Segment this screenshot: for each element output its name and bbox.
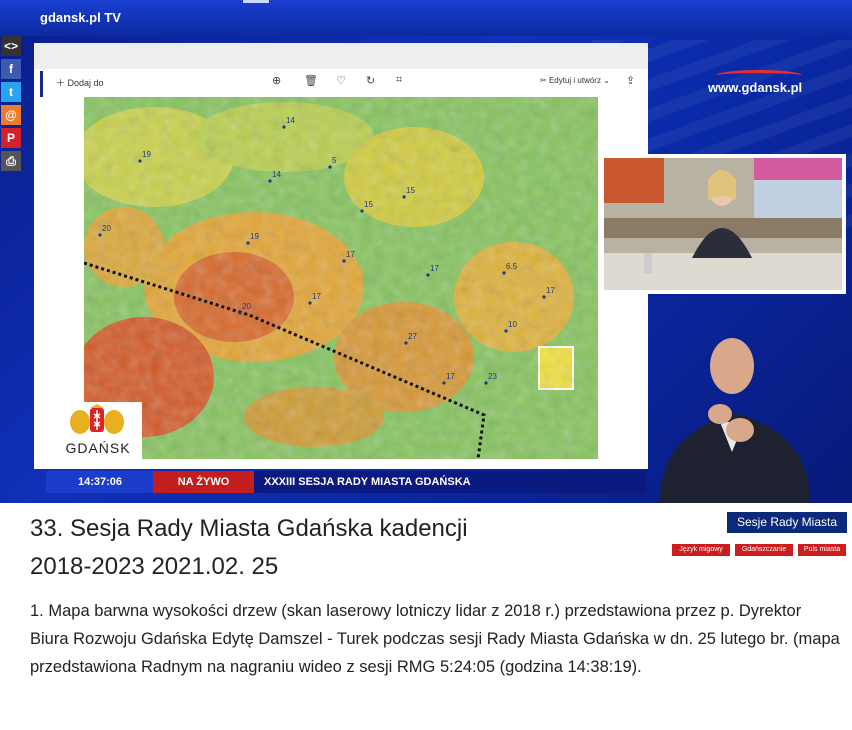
print-icon[interactable]: ⎙ — [1, 151, 21, 171]
map-label: 10 — [508, 320, 517, 329]
map-point — [246, 241, 250, 245]
share-bar: <> f t @ P ⎙ — [1, 36, 23, 174]
twitter-icon[interactable]: t — [1, 82, 21, 102]
add-to-button[interactable]: ＋ Dodaj do — [56, 76, 104, 89]
tree-height-map: 14 5 19 14 15 15 20 19 17 17 6.5 17 17 20 27 10 17 23 — [84, 97, 598, 459]
map-label: 20 — [102, 224, 111, 233]
viewer-toolbar: ＋ Dodaj do ⊕ 🗑 ♡ ↻ ⌗ ✂ Edytuj i utwórz ⌄… — [40, 69, 640, 97]
sign-language-interpreter — [650, 330, 820, 503]
map-point — [504, 329, 508, 333]
map-label: 5 — [332, 156, 337, 165]
pinterest-icon[interactable]: P — [1, 128, 21, 148]
map-label: 15 — [364, 200, 373, 209]
tag-list: Język migowy Gdańszczanie Puls miasta — [672, 544, 848, 556]
edit-create-button[interactable]: ✂ Edytuj i utwórz ⌄ — [540, 76, 610, 85]
map-point — [360, 209, 364, 213]
map-point — [442, 381, 446, 385]
channel-brand: gdansk.pl TV — [40, 10, 121, 25]
map-point — [502, 271, 506, 275]
map-point — [238, 311, 242, 315]
map-label: 15 — [406, 186, 415, 195]
article-description: 1. Mapa barwna wysokości drzew (skan las… — [30, 602, 840, 676]
map-label: 27 — [408, 332, 417, 341]
map-label: 6.5 — [506, 262, 518, 271]
map-point — [342, 259, 346, 263]
coat-of-arms-icon — [70, 404, 124, 434]
ticker-title: XXXIII SESJA RADY MIASTA GDAŃSKA — [264, 476, 471, 488]
map-point — [98, 233, 102, 237]
map-label: 23 — [488, 372, 497, 381]
top-indicator — [243, 0, 269, 3]
map-point — [138, 159, 142, 163]
crop-icon[interactable]: ⌗ — [396, 74, 402, 87]
facebook-icon[interactable]: f — [1, 59, 21, 79]
speaker-inset — [600, 154, 846, 294]
map-label: 17 — [312, 292, 321, 301]
tag-item[interactable]: Język migowy — [672, 544, 730, 556]
map-point — [308, 301, 312, 305]
map-label: 17 — [446, 372, 455, 381]
top-bar: gdansk.pl TV — [0, 0, 852, 36]
map-point — [484, 381, 488, 385]
live-badge: NA ŻYWO — [153, 471, 254, 493]
logo-text: GDAŃSK — [65, 440, 131, 456]
delete-icon[interactable]: 🗑 — [304, 74, 318, 87]
rotate-icon[interactable]: ↻ — [366, 74, 375, 87]
tag-item[interactable]: Puls miasta — [798, 544, 846, 556]
gdansk-logo: GDAŃSK — [54, 402, 142, 460]
share-icon[interactable]: ⇪ — [626, 74, 635, 87]
map-point — [404, 341, 408, 345]
tag-item[interactable]: Gdańszczanie — [735, 544, 793, 556]
map-label: 19 — [142, 150, 151, 159]
map-label: 17 — [546, 286, 555, 295]
map-point — [542, 295, 546, 299]
heart-icon[interactable]: ♡ — [336, 74, 346, 87]
embed-icon[interactable]: <> — [1, 36, 21, 56]
email-icon[interactable]: @ — [1, 105, 21, 125]
ticker-time: 14:37:06 — [46, 471, 154, 493]
article-title: 33. Sesja Rady Miasta Gdańska kadencji 2… — [30, 515, 468, 580]
map-point — [268, 179, 272, 183]
map-point — [426, 273, 430, 277]
map-label: 14 — [286, 116, 295, 125]
map-label: 17 — [430, 264, 439, 273]
map-point — [328, 165, 332, 169]
video-player[interactable]: gdansk.pl TV <> f t @ P ⎙ www.gdansk.pl … — [0, 0, 852, 503]
map-label: 20 — [242, 302, 251, 311]
zoom-icon[interactable]: ⊕ — [272, 74, 281, 87]
category-link[interactable]: Sesje Rady Miasta — [727, 512, 847, 533]
map-label: 19 — [250, 232, 259, 241]
map-label: 17 — [346, 250, 355, 259]
viewer-titlebar — [34, 43, 648, 69]
map-point — [282, 125, 286, 129]
map-label: 14 — [272, 170, 281, 179]
url-watermark: www.gdansk.pl — [708, 70, 802, 95]
map-point — [402, 195, 406, 199]
news-ticker: 14:37:06 NA ŻYWO XXXIII SESJA RADY MIAST… — [46, 471, 646, 493]
